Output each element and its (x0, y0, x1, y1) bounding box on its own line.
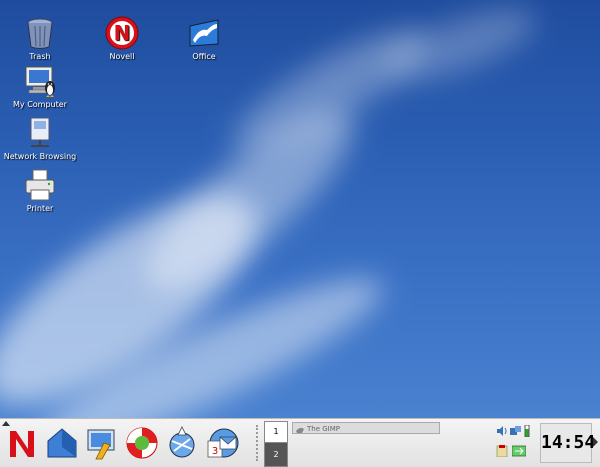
pager-desktop-1[interactable]: 1 (265, 422, 287, 443)
desktop-icon-office[interactable]: Office (164, 16, 244, 61)
help-icon (126, 427, 158, 459)
novell-menu-button[interactable] (4, 425, 40, 461)
gimp-icon (296, 425, 304, 433)
panel-separator (256, 425, 260, 461)
updater-icon[interactable] (512, 445, 526, 457)
network-launcher[interactable] (164, 425, 200, 461)
desktop-icon-network-browsing[interactable]: Network Browsing (0, 116, 80, 161)
novell-menu-icon (10, 431, 34, 457)
help-launcher[interactable] (124, 425, 160, 461)
my-computer-icon (23, 64, 57, 98)
desktop-icon-label: Network Browsing (3, 152, 77, 161)
control-center-launcher[interactable] (84, 425, 120, 461)
desktop-icon-printer[interactable]: Printer (0, 168, 80, 213)
taskbar-task-gimp[interactable]: The GIMP (292, 422, 440, 434)
panel-clock[interactable]: 14:54 (540, 423, 595, 463)
desktop-icon-label: Printer (26, 204, 54, 213)
desktop-icon-label: Trash (29, 52, 51, 61)
desktop-pager: 1 2 (264, 421, 288, 467)
control-center-icon (87, 429, 115, 460)
desktop-icon-label: My Computer (13, 100, 67, 109)
task-label: The GIMP (307, 425, 340, 433)
network-browsing-icon (23, 116, 57, 150)
mail-calendar-launcher[interactable]: 3 (204, 425, 240, 461)
network-icon (169, 426, 195, 458)
novell-icon: N (105, 16, 139, 50)
svg-text:N: N (114, 21, 131, 45)
office-icon (187, 16, 221, 50)
desktop-icon-label: Office (192, 52, 216, 61)
system-tray (494, 423, 534, 463)
desktop-icon-label: Novell (109, 52, 135, 61)
desktop-icon-trash[interactable]: Trash (0, 16, 80, 61)
printer-icon (23, 168, 57, 202)
pager-desktop-2[interactable]: 2 (265, 443, 287, 466)
desktop-icon-my-computer[interactable]: My Computer (0, 64, 80, 109)
desktop-icon-novell[interactable]: N Novell (82, 16, 162, 61)
battery-icon[interactable] (524, 425, 530, 437)
taskbar: 3 1 2 The GIMP 14:54 (0, 418, 600, 467)
panel-hide-arrow-icon[interactable] (593, 437, 598, 447)
volume-icon[interactable] (496, 425, 508, 437)
trash-icon (23, 16, 57, 50)
svg-text:3: 3 (212, 446, 218, 457)
cloud (376, 0, 544, 96)
mail-calendar-icon: 3 (207, 428, 239, 458)
clipboard-icon[interactable] (496, 445, 508, 457)
desktop-wallpaper: Trash N Novell Office My Computer Networ… (0, 0, 600, 418)
home-folder-icon (47, 428, 77, 458)
home-folder-launcher[interactable] (44, 425, 80, 461)
network-status-icon[interactable] (510, 425, 522, 437)
